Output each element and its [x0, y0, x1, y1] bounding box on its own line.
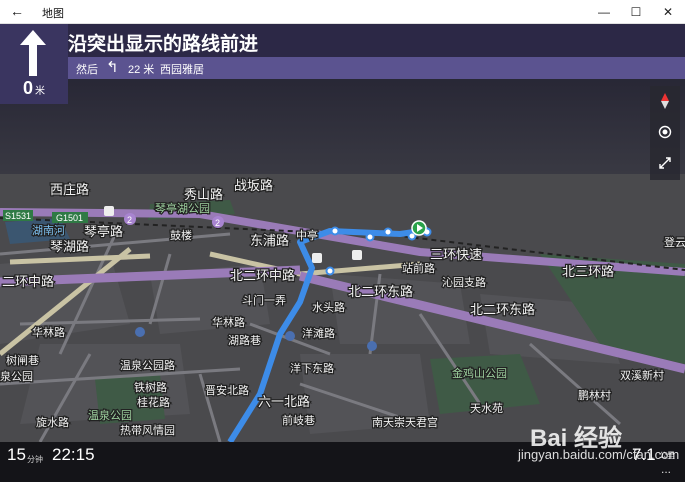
maneuver-panel: 0米	[0, 24, 68, 104]
map-label: 温泉公园路	[120, 358, 175, 372]
map-label: 双溪新村	[620, 368, 664, 382]
shield-g1501: G1501	[56, 213, 83, 223]
compass-icon[interactable]	[650, 86, 680, 116]
next-place: 西园雅居	[160, 64, 204, 76]
map-label: 热带风情园	[120, 424, 175, 437]
window-title: 地图	[42, 8, 64, 20]
hospital-icon	[135, 327, 145, 337]
map-label: 站前路	[402, 261, 435, 275]
train-station-icon	[352, 250, 362, 260]
map-label: 琴亭湖公园	[155, 201, 210, 215]
map-label: 鼓楼	[170, 228, 192, 242]
route-badge-1: 2	[127, 215, 132, 225]
route-badge-2: 2	[215, 218, 220, 228]
remaining-minutes: 15	[7, 445, 26, 464]
bus-stop-icon	[312, 253, 322, 263]
minimize-button[interactable]: —	[587, 0, 621, 23]
map-label: 琴湖路	[50, 239, 89, 254]
map-label: 中亭	[296, 228, 318, 242]
map-label: 泉公园	[0, 369, 33, 383]
arrival-time: 22:15	[52, 445, 95, 464]
map-label: 三环快速	[430, 247, 482, 262]
instruction-panel: 沿突出显示的路线前进	[68, 24, 685, 57]
watermark-url: jingyan.baidu.com/cfan.com	[518, 447, 680, 462]
expand-icon[interactable]	[650, 148, 680, 178]
map-label: 湖路巷	[228, 334, 261, 347]
map-label: 登云	[664, 235, 685, 249]
map-label: 琴亭路	[84, 224, 123, 239]
remaining-minutes-unit: 分钟	[27, 455, 43, 464]
next-prefix: 然后	[76, 64, 98, 76]
map-label: 沁园支路	[442, 276, 486, 289]
map-label: 树闸巷	[6, 353, 39, 367]
map-label: 北三环路	[562, 264, 614, 279]
map-view[interactable]: 2 2 S1531 G1501 秀山路 战坂路 西庄路 琴亭湖公园 湖南河 琴亭…	[0, 24, 685, 442]
straight-arrow-icon	[20, 30, 46, 76]
map-label: 晋安北路	[205, 383, 249, 397]
back-button[interactable]: ←	[7, 3, 27, 19]
maximize-button[interactable]: ☐	[619, 0, 653, 23]
map-label: 北二环东路	[348, 284, 413, 299]
maneuver-distance-unit: 米	[35, 86, 45, 97]
map-label: 六一北路	[258, 394, 310, 409]
map-label: 南天崇天君宫	[372, 415, 438, 429]
map-label: 斗门一弄	[242, 293, 286, 307]
maneuver-distance-value: 0	[22, 78, 33, 98]
map-label: 铁树路	[134, 380, 167, 394]
map-label: 桂花路	[137, 395, 170, 409]
map-label: 天水苑	[470, 402, 503, 415]
map-label: 秀山路	[184, 187, 223, 202]
close-button[interactable]: ✕	[651, 0, 685, 23]
map-label: 前岐巷	[282, 413, 315, 427]
map-label: 东浦路	[250, 233, 289, 248]
instruction-text: 沿突出显示的路线前进	[68, 34, 259, 55]
map-tools	[650, 86, 680, 180]
map-label: 北二环中路	[230, 268, 295, 283]
map-label: 洋滩路	[302, 326, 335, 340]
maps-app-window: ← 地图 — ☐ ✕ 2 2 S1531 G1501 秀山路 战坂路 西庄路 琴…	[0, 0, 685, 482]
map-label: 洋下东路	[290, 361, 334, 375]
map-label: 旋水路	[36, 415, 69, 429]
more-options-button[interactable]: ...	[661, 462, 671, 476]
map-label: 湖南河	[32, 224, 65, 237]
map-label: 金鸡山公园	[452, 366, 507, 380]
map-label: 华林路	[212, 315, 245, 329]
maneuver-distance: 0米	[0, 78, 68, 99]
turn-left-icon: ↰	[106, 59, 119, 76]
bus-stop-icon	[104, 206, 114, 216]
next-distance: 22 米	[128, 64, 155, 76]
shield-s1531: S1531	[5, 211, 31, 221]
hospital-icon	[285, 331, 295, 341]
title-bar: ← 地图 — ☐ ✕	[0, 0, 685, 24]
map-label: 二环中路	[2, 274, 54, 289]
hospital-icon	[367, 341, 377, 351]
map-label: 西庄路	[50, 182, 89, 197]
map-label: 北二环东路	[470, 302, 535, 317]
locate-icon[interactable]	[650, 117, 680, 147]
map-label: 战坂路	[234, 178, 273, 193]
map-canvas[interactable]: 2 2 S1531 G1501 秀山路 战坂路 西庄路 琴亭湖公园 湖南河 琴亭…	[0, 24, 685, 442]
map-label: 华林路	[32, 325, 65, 339]
map-label: 鹏林村	[578, 388, 611, 402]
map-label: 温泉公园	[88, 408, 132, 422]
next-maneuver-bar: 然后 ↰ 22 米 西园雅居	[68, 57, 685, 79]
map-label: 水头路	[312, 301, 345, 314]
